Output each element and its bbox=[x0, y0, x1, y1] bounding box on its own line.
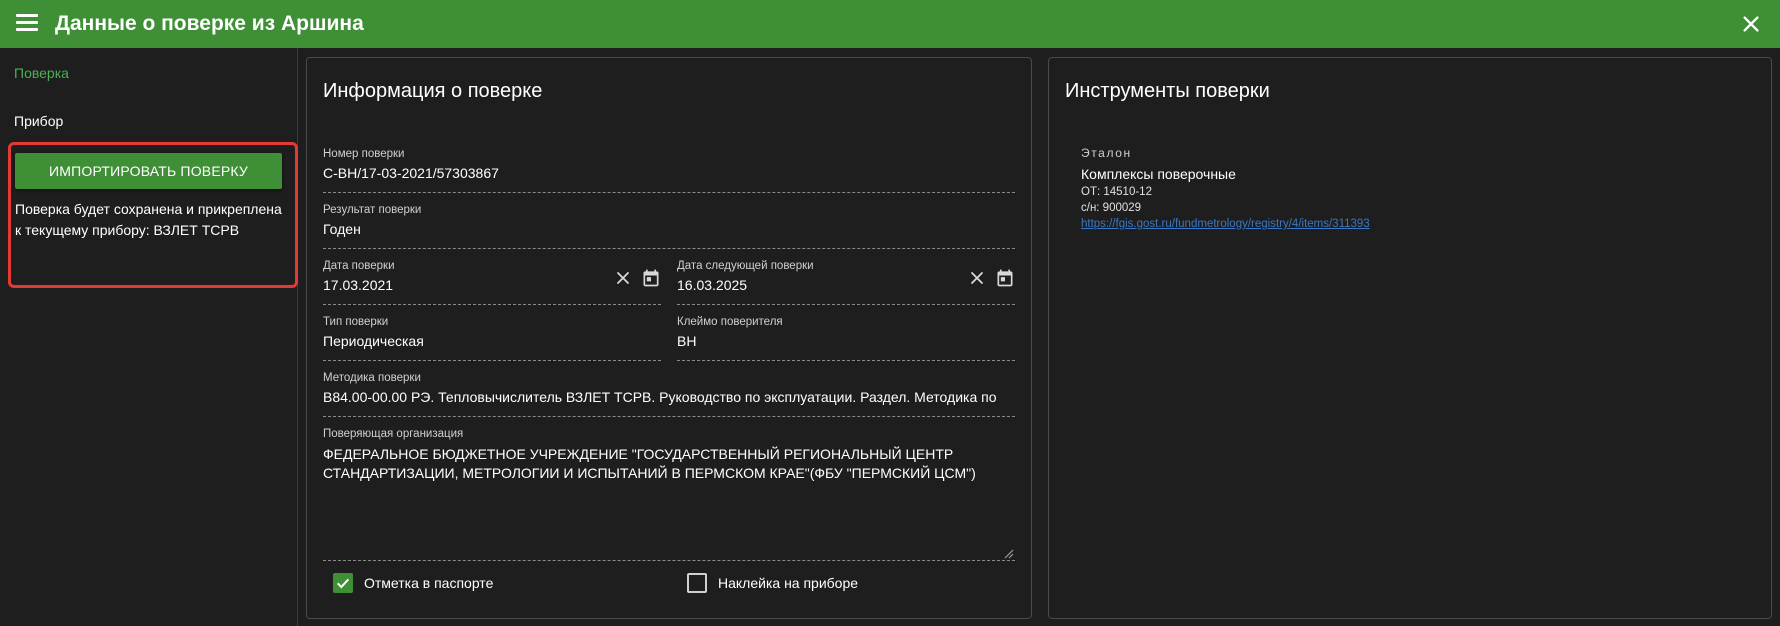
checkmark-icon bbox=[336, 578, 350, 589]
next-verification-date-field[interactable]: Дата следующей поверки 16.03.2025 bbox=[677, 260, 1015, 305]
verification-number-field[interactable]: Номер поверки С-ВН/17-03-2021/57303867 bbox=[323, 148, 1015, 193]
field-value: 17.03.2021 bbox=[323, 277, 394, 293]
field-value: С-ВН/17-03-2021/57303867 bbox=[323, 165, 499, 181]
field-value: В84.00-00.00 РЭ. Тепловычислитель ВЗЛЕТ … bbox=[323, 389, 997, 405]
field-value: 16.03.2025 bbox=[677, 277, 748, 293]
verifying-organization-field[interactable]: Поверяющая организация ФЕДЕРАЛЬНОЕ БЮДЖЕ… bbox=[323, 428, 1015, 561]
menu-icon[interactable] bbox=[16, 14, 38, 34]
field-label: Дата следующей поверки bbox=[677, 260, 814, 272]
checkbox-label: Отметка в паспорте bbox=[364, 575, 494, 591]
field-value: Периодическая bbox=[323, 333, 424, 349]
field-label: Методика поверки bbox=[323, 372, 421, 384]
clear-icon[interactable] bbox=[613, 268, 633, 288]
field-value: Годен bbox=[323, 221, 361, 237]
field-label: Дата поверки bbox=[323, 260, 395, 272]
device-sticker-checkbox[interactable]: Наклейка на приборе bbox=[687, 573, 858, 593]
tool-name: Комплексы поверочные bbox=[1081, 166, 1236, 182]
field-label: Поверяющая организация bbox=[323, 428, 464, 440]
import-section: ИМПОРТИРОВАТЬ ПОВЕРКУ Поверка будет сохр… bbox=[8, 142, 298, 288]
verification-tools-title: Инструменты поверки bbox=[1065, 80, 1270, 102]
calendar-icon[interactable] bbox=[641, 268, 661, 288]
field-label: Клеймо поверителя bbox=[677, 316, 783, 328]
verification-type-field[interactable]: Тип поверки Периодическая bbox=[323, 316, 661, 361]
passport-mark-checkbox[interactable]: Отметка в паспорте bbox=[333, 573, 493, 593]
sidebar-item-device[interactable]: Прибор bbox=[14, 113, 63, 129]
tool-ot-number: ОТ: 14510-12 bbox=[1081, 186, 1152, 198]
verification-info-panel: Информация о поверке Номер поверки С-ВН/… bbox=[306, 57, 1032, 619]
checkbox-box[interactable] bbox=[687, 573, 707, 593]
sidebar-item-verification[interactable]: Поверка bbox=[14, 65, 69, 81]
sidebar: Поверка Прибор ИМПОРТИРОВАТЬ ПОВЕРКУ Пов… bbox=[0, 48, 298, 626]
verifier-stamp-field[interactable]: Клеймо поверителя ВН bbox=[677, 316, 1015, 361]
field-label: Результат поверки bbox=[323, 204, 422, 216]
app-header: Данные о поверке из Аршина bbox=[0, 0, 1780, 48]
verification-tools-panel: Инструменты поверки Эталон Комплексы пов… bbox=[1048, 57, 1772, 619]
field-label: Номер поверки bbox=[323, 148, 405, 160]
tool-item: Эталон Комплексы поверочные ОТ: 14510-12… bbox=[1081, 146, 1370, 232]
tool-registry-link[interactable]: https://fgis.gost.ru/fundmetrology/regis… bbox=[1081, 218, 1370, 230]
verification-method-field[interactable]: Методика поверки В84.00-00.00 РЭ. Теплов… bbox=[323, 372, 1015, 417]
field-value: ФЕДЕРАЛЬНОЕ БЮДЖЕТНОЕ УЧРЕЖДЕНИЕ "ГОСУДА… bbox=[323, 446, 976, 481]
checkbox-box[interactable] bbox=[333, 573, 353, 593]
tool-kind: Эталон bbox=[1081, 146, 1132, 160]
field-value: ВН bbox=[677, 333, 697, 349]
verification-result-field[interactable]: Результат поверки Годен bbox=[323, 204, 1015, 249]
calendar-icon[interactable] bbox=[995, 268, 1015, 288]
verification-date-field[interactable]: Дата поверки 17.03.2021 bbox=[323, 260, 661, 305]
field-label: Тип поверки bbox=[323, 316, 389, 328]
verification-info-title: Информация о поверке bbox=[323, 80, 543, 102]
page-title: Данные о поверке из Аршина bbox=[55, 12, 364, 35]
import-note: Поверка будет сохранена и прикреплена к … bbox=[15, 201, 282, 238]
clear-icon[interactable] bbox=[967, 268, 987, 288]
close-icon[interactable] bbox=[1740, 13, 1762, 35]
checkbox-label: Наклейка на приборе bbox=[718, 575, 859, 591]
tool-serial-number: с/н: 900029 bbox=[1081, 202, 1142, 214]
import-verification-button[interactable]: ИМПОРТИРОВАТЬ ПОВЕРКУ bbox=[15, 153, 282, 189]
resize-handle-icon[interactable] bbox=[1002, 547, 1014, 559]
